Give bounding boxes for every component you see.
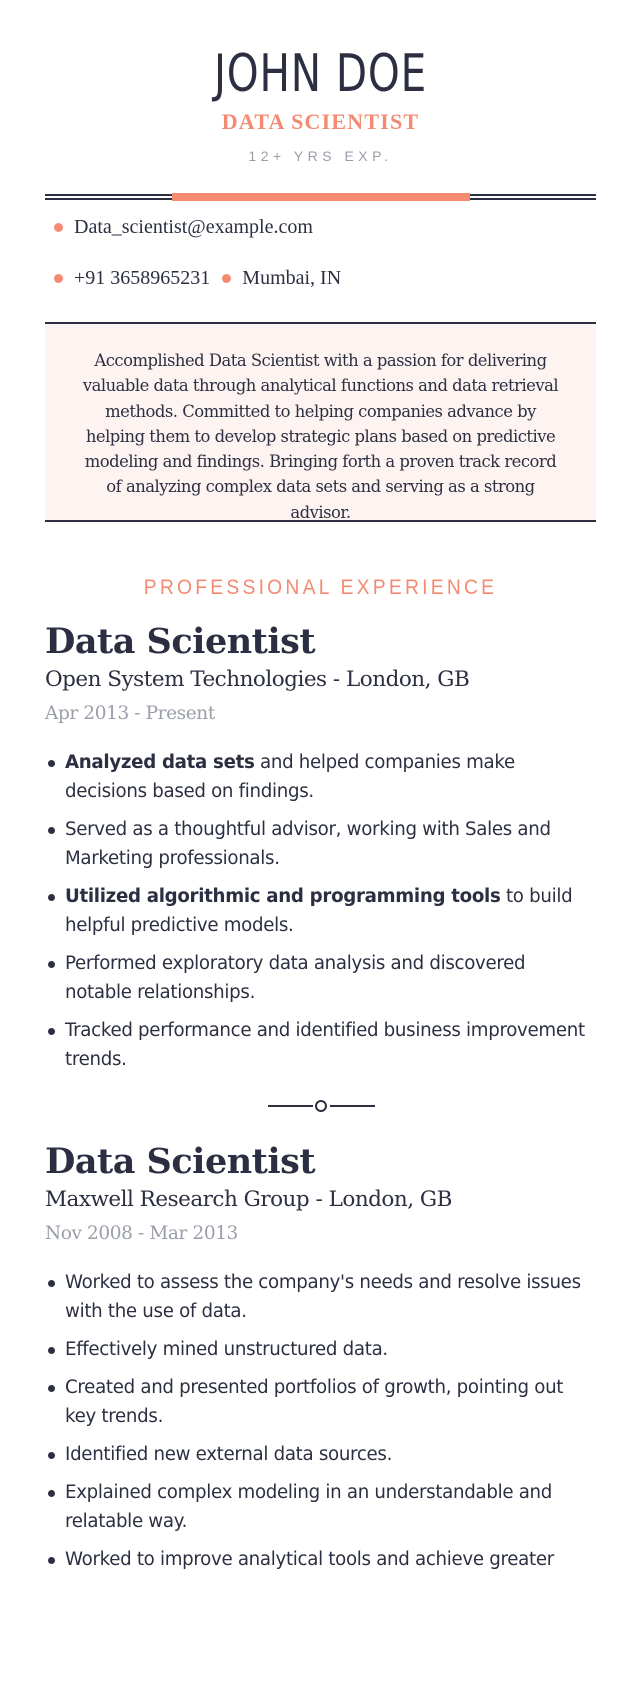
bullet-text: Performed exploratory data analysis and … [65,953,526,1003]
job-bullet: Explained complex modeling in an underst… [45,1478,596,1536]
bullet-text: Explained complex modeling in an underst… [65,1482,553,1532]
job-bullet: Created and presented portfolios of grow… [45,1373,596,1431]
bullet-icon [48,760,55,767]
job-entry: Data Scientist Maxwell Research Group - … [45,1140,596,1583]
bullet-text: Created and presented portfolios of grow… [65,1377,564,1427]
bullet-text: Effectively mined unstructured data. [65,1339,388,1360]
job-title: Data Scientist [45,621,316,662]
bullet-bold: Analyzed data sets [65,752,255,773]
bullet-text: Served as a thoughtful advisor, working … [65,819,551,869]
last-name: DOE [335,44,428,104]
job-bullet: Performed exploratory data analysis and … [45,949,596,1007]
section-heading-experience: PROFESSIONAL EXPERIENCE [143,576,498,599]
job-bullet: Effectively mined unstructured data. [45,1335,596,1364]
job-bullets: Analyzed data sets and helped companies … [45,748,596,1074]
bullet-icon [48,961,55,968]
job-title-headline: DATA SCIENTIST [221,109,420,134]
bullet-text: Worked to improve analytical tools and a… [65,1549,554,1570]
bullet-icon [48,1280,55,1287]
separator-circle-icon [315,1100,327,1112]
bullet-dot-icon [222,273,232,283]
contact-location: Mumbai, IN [222,267,341,290]
bullet-icon [48,827,55,834]
separator-line [268,1105,313,1107]
job-dates: Apr 2013 - Present [45,703,215,724]
contact-email[interactable]: Data_scientist@example.com [45,216,313,239]
bullet-dot-icon [54,222,63,232]
job-dates: Nov 2008 - Mar 2013 [45,1223,238,1244]
job-bullet: Worked to assess the company's needs and… [45,1268,596,1326]
summary-text: Accomplished Data Scientist with a passi… [82,351,559,522]
bullet-icon [48,1452,55,1459]
bullet-text: Identified new external data sources. [65,1444,393,1465]
contact-info: Data_scientist@example.com +91 365896523… [45,212,596,293]
job-bullet: Identified new external data sources. [45,1440,596,1469]
years-experience: 12+ YRS EXP. [248,148,393,164]
bullet-icon [48,1490,55,1497]
job-separator [268,1099,375,1113]
job-company: Open System Technologies - London, GB [45,667,470,692]
bullet-icon [48,1028,55,1035]
phone-text[interactable]: +91 3658965231 [74,267,210,290]
location-text: Mumbai, IN [242,266,342,289]
job-company: Maxwell Research Group - London, GB [45,1187,452,1212]
contact-phone[interactable]: +91 3658965231 [45,267,210,290]
bullet-icon [48,1557,55,1564]
job-bullet: Tracked performance and identified busin… [45,1016,596,1074]
bullet-icon [48,894,55,901]
job-bullet: Analyzed data sets and helped companies … [45,748,596,806]
bullet-text: Tracked performance and identified busin… [65,1020,585,1070]
job-bullet: Served as a thoughtful advisor, working … [45,815,596,873]
first-name: JOHN [213,44,322,104]
email-text[interactable]: Data_scientist@example.com [74,216,313,239]
professional-summary: Accomplished Data Scientist with a passi… [45,322,596,522]
bullet-icon [48,1347,55,1354]
job-bullet: Worked to improve analytical tools and a… [45,1545,596,1574]
bullet-bold: Utilized algorithmic and programming too… [65,886,501,907]
header-divider [45,193,596,201]
job-entry: Data Scientist Open System Technologies … [45,620,596,1083]
job-bullet: Utilized algorithmic and programming too… [45,882,596,940]
bullet-text: Worked to assess the company's needs and… [65,1272,581,1322]
candidate-name: JOHN DOE [106,44,536,104]
bullet-icon [48,1385,55,1392]
job-title: Data Scientist [45,1141,316,1182]
job-bullets: Worked to assess the company's needs and… [45,1268,596,1574]
separator-line [330,1105,375,1107]
bullet-dot-icon [54,273,63,283]
divider-accent-bar [172,193,470,201]
